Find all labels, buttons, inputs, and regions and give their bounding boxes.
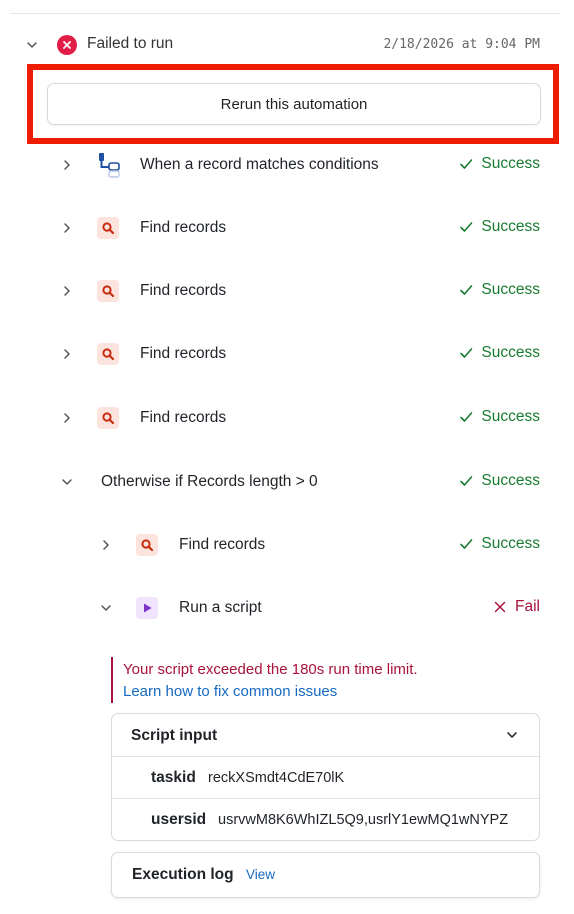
search-icon — [97, 217, 119, 239]
input-value: usrvwM8K6WhIZL5Q9,usrlY1ewMQ1wNYPZ — [218, 812, 509, 828]
check-icon — [460, 222, 473, 232]
script-input-panel: Script input taskid reckXSmdt4CdE70lK us… — [111, 713, 540, 841]
step-row[interactable]: Find records Success — [0, 276, 574, 306]
run-timestamp: 2/18/2026 at 9:04 PM — [383, 37, 540, 52]
chevron-right-icon[interactable] — [59, 220, 75, 236]
success-status: Success — [459, 472, 540, 490]
check-icon — [460, 412, 473, 422]
search-icon — [97, 343, 119, 365]
status-label: Fail — [515, 598, 540, 615]
status-label: Success — [481, 344, 540, 361]
script-input-title: Script input — [131, 727, 218, 744]
success-status: Success — [459, 408, 540, 426]
step-label: Find records — [140, 282, 227, 299]
chevron-down-icon[interactable] — [59, 474, 75, 490]
chevron-right-icon[interactable] — [59, 410, 75, 426]
branch-label: Otherwise if Records length > 0 — [101, 473, 318, 490]
input-row: taskid reckXSmdt4CdE70lK — [112, 756, 539, 799]
step-label: When a record matches conditions — [140, 156, 379, 173]
step-label: Find records — [140, 345, 227, 362]
play-icon — [136, 597, 158, 619]
step-label: Find records — [140, 409, 227, 426]
error-message: Your script exceeded the 180s run time l… — [123, 661, 418, 678]
status-label: Success — [481, 218, 540, 235]
input-key: taskid — [151, 769, 196, 786]
input-value: reckXSmdt4CdE70lK — [208, 770, 345, 786]
check-icon — [460, 348, 473, 358]
step-label: Find records — [140, 219, 227, 236]
check-icon — [460, 539, 473, 549]
search-icon — [136, 534, 158, 556]
check-icon — [460, 159, 473, 169]
execution-log-box: Execution log View — [111, 852, 540, 898]
status-label: Success — [481, 408, 540, 425]
check-icon — [460, 476, 473, 486]
step-row[interactable]: Find records Success — [0, 213, 574, 243]
success-status: Success — [459, 281, 540, 299]
chevron-right-icon[interactable] — [59, 283, 75, 299]
chevron-down-icon[interactable] — [98, 600, 114, 616]
failed-status-icon — [57, 35, 77, 55]
script-input-header[interactable]: Script input — [112, 714, 539, 756]
step-label: Find records — [179, 536, 266, 553]
step-label: Run a script — [179, 599, 262, 616]
chevron-down-icon[interactable] — [505, 728, 519, 742]
rerun-automation-button[interactable]: Rerun this automation — [47, 83, 541, 125]
step-row[interactable]: Run a script Fail — [0, 593, 574, 623]
search-icon — [97, 407, 119, 429]
step-row[interactable]: When a record matches conditions Success — [0, 150, 574, 180]
success-status: Success — [459, 218, 540, 236]
search-icon — [97, 280, 119, 302]
input-key: usersid — [151, 811, 207, 828]
top-divider — [10, 13, 560, 14]
chevron-right-icon[interactable] — [98, 537, 114, 553]
success-status: Success — [459, 535, 540, 553]
run-status-label: Failed to run — [87, 35, 174, 52]
trigger-icon — [97, 151, 123, 179]
input-row: usersid usrvwM8K6WhIZL5Q9,usrlY1ewMQ1wNY… — [112, 798, 539, 840]
status-label: Success — [481, 155, 540, 172]
fix-issues-link[interactable]: Learn how to fix common issues — [123, 683, 337, 700]
collapse-run-chevron-icon[interactable] — [24, 37, 40, 53]
step-row[interactable]: Find records Success — [0, 403, 574, 433]
step-row[interactable]: Find records Success — [0, 530, 574, 560]
status-label: Success — [481, 281, 540, 298]
success-status: Success — [459, 155, 540, 173]
check-icon — [460, 285, 473, 295]
close-icon — [494, 601, 506, 613]
branch-row[interactable]: Otherwise if Records length > 0 Success — [0, 467, 574, 497]
chevron-right-icon[interactable] — [59, 346, 75, 362]
execution-log-title: Execution log — [132, 866, 234, 883]
view-log-link[interactable]: View — [246, 867, 275, 882]
chevron-right-icon[interactable] — [59, 157, 75, 173]
status-label: Success — [481, 472, 540, 489]
status-label: Success — [481, 535, 540, 552]
success-status: Success — [459, 344, 540, 362]
step-row[interactable]: Find records Success — [0, 339, 574, 369]
error-block: Your script exceeded the 180s run time l… — [111, 657, 533, 703]
fail-status: Fail — [493, 598, 540, 616]
